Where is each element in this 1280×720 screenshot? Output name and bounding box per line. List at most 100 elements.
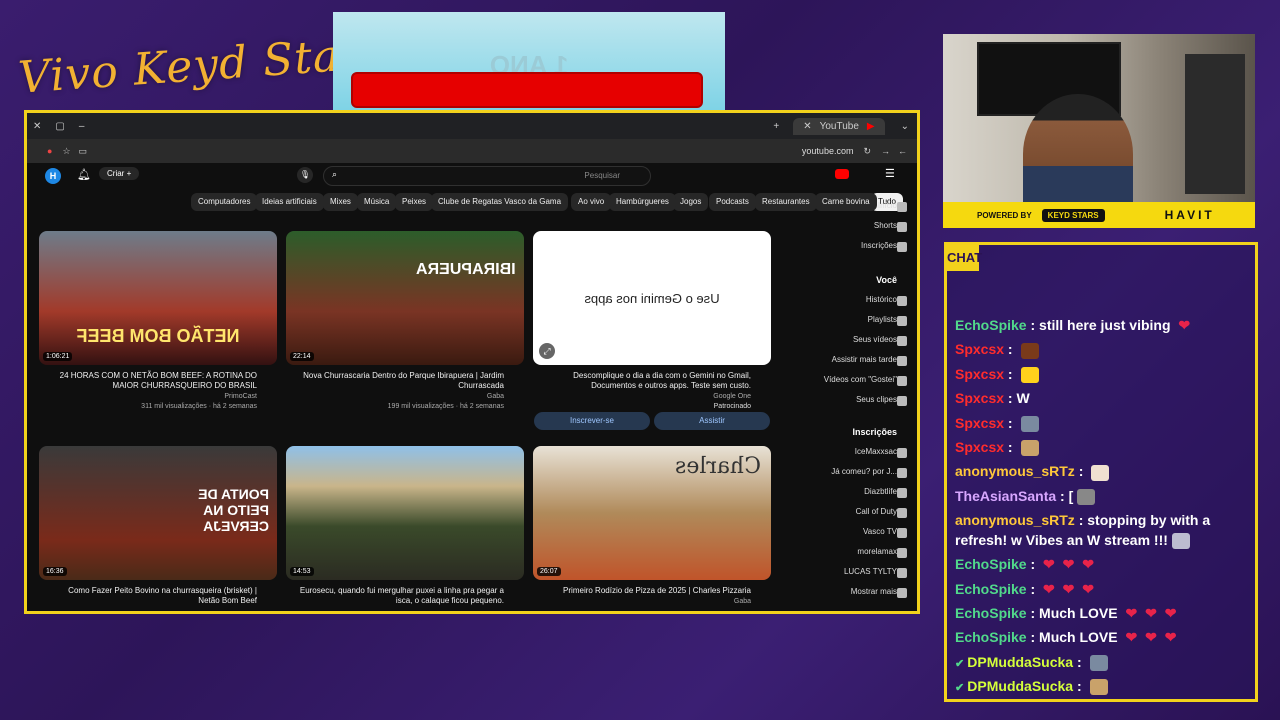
sidebar-item-channel-7[interactable]: Mostrar mais xyxy=(797,587,897,596)
sidebar-item-channel-1[interactable]: Já comeu? por J... xyxy=(797,467,897,476)
mic-icon[interactable]: 🎙︎ xyxy=(297,167,313,183)
chip-7[interactable]: Clube de Regatas Vasco da Gama xyxy=(431,193,569,211)
chip-8[interactable]: Peixes xyxy=(395,193,434,211)
search-box[interactable]: ⌕ Pesquisar xyxy=(323,166,651,186)
sidebar-item-channel-2-icon xyxy=(897,488,907,498)
chat-username[interactable]: TheAsianSanta xyxy=(955,488,1056,504)
chat-username[interactable]: EchoSpike xyxy=(955,317,1027,333)
tab-title: YouTube xyxy=(819,120,859,132)
sidebar-item-main-2[interactable]: Inscrições xyxy=(797,241,897,250)
create-label: Criar xyxy=(107,169,125,178)
sidebar-item-channel-5[interactable]: morelamax xyxy=(797,547,897,556)
star-icon[interactable]: ☆ xyxy=(62,146,70,157)
chat-username[interactable]: EchoSpike xyxy=(955,629,1027,645)
ad-thumbnail[interactable]: Use o Gemini nos apps ⤢ xyxy=(533,231,771,365)
sidebar-item-voce-1[interactable]: Playlists xyxy=(797,315,897,324)
video-channel[interactable]: Google One xyxy=(541,393,751,400)
video-channel[interactable]: PrimoCast xyxy=(47,393,257,400)
video-title[interactable]: Eurosecu, quando fui mergulhar puxei a l… xyxy=(294,586,504,606)
chip-11[interactable]: Ideias artificiais xyxy=(255,193,324,211)
forward-icon[interactable]: → xyxy=(881,146,890,156)
chip-3[interactable]: Podcasts xyxy=(709,193,756,211)
search-icon[interactable]: ⌕ xyxy=(332,169,337,180)
video-title[interactable]: 24 HORAS COM O NETÃO BOM BEEF: A ROTINA … xyxy=(47,371,257,391)
chat-username[interactable]: DPMuddaSucka xyxy=(967,678,1073,694)
sidebar-item-channel-4[interactable]: Vasco TV xyxy=(797,527,897,536)
sidebar-item-channel-0[interactable]: IceMaxxsac xyxy=(797,447,897,456)
sidebar-item-voce-5[interactable]: Seus clipes xyxy=(797,395,897,404)
chat-separator: : xyxy=(1026,629,1040,646)
video-thumbnail[interactable]: 14:53 xyxy=(286,446,524,580)
video-channel[interactable]: Gaba xyxy=(294,393,504,400)
chat-message: anonymous_sRTz : xyxy=(955,461,1251,481)
chip-10[interactable]: Mixes xyxy=(323,193,358,211)
sidebar-item-voce-2[interactable]: Seus vídeos xyxy=(797,335,897,344)
chip-5[interactable]: Hambúrgueres xyxy=(609,193,676,211)
sidebar-item-channel-7-icon xyxy=(897,588,907,598)
address-field[interactable]: youtube.com xyxy=(802,146,854,156)
chip-6[interactable]: Ao vivo xyxy=(571,193,612,211)
chat-username[interactable]: EchoSpike xyxy=(955,581,1027,597)
reload-icon[interactable]: ↻ xyxy=(863,146,871,157)
chip-9[interactable]: Música xyxy=(357,193,397,211)
chat-username[interactable]: Spxcsx xyxy=(955,439,1004,455)
sidebar-header-inscricoes[interactable]: Inscrições xyxy=(797,427,897,437)
chat-username[interactable]: anonymous_sRTz xyxy=(955,463,1075,479)
video-thumbnail[interactable]: IBIRAPUERA 22:14 xyxy=(286,231,524,365)
bell-icon[interactable]: 🔔︎ xyxy=(77,168,91,181)
chat-message: Spxcsx : xyxy=(955,339,1251,359)
sidebar-item-channel-2[interactable]: Diazbtlife xyxy=(797,487,897,496)
video-title[interactable]: Como Fazer Peito Bovino na churrasqueira… xyxy=(47,586,257,606)
video-title[interactable]: Primeiro Rodízio de Pizza de 2025 | Char… xyxy=(541,586,751,596)
sidebar-header-voce[interactable]: Você xyxy=(797,275,897,285)
sidebar-item-main-1[interactable]: Shorts xyxy=(797,221,897,230)
browser-tab[interactable]: ✕ YouTube ▶ xyxy=(793,117,885,135)
chat-username[interactable]: Spxcsx xyxy=(955,415,1004,431)
sidebar-item-voce-0[interactable]: Histórico xyxy=(797,295,897,304)
close-icon[interactable]: ✕ xyxy=(33,121,41,132)
heart-emote-icon: ❤ xyxy=(1043,580,1059,597)
sidebar-item-voce-4[interactable]: Vídeos com "Gostei" xyxy=(797,375,897,384)
chip-12[interactable]: Computadores xyxy=(191,193,258,211)
ad-watch-button[interactable]: Assistir xyxy=(654,412,770,430)
video-title[interactable]: Descomplique o dia a dia com o Gemini no… xyxy=(541,371,751,391)
expand-icon[interactable]: ⤢ xyxy=(539,343,555,359)
video-channel[interactable]: Gaba xyxy=(541,598,751,605)
create-button[interactable]: Criar + xyxy=(99,167,140,180)
account-avatar[interactable]: H xyxy=(45,168,61,184)
back-icon[interactable]: ← xyxy=(898,146,907,156)
sidebar-item-channel-3[interactable]: Call of Duty xyxy=(797,507,897,516)
sidebar-item-channel-6[interactable]: LUCAS TYLTY xyxy=(797,567,897,576)
minimize-icon[interactable]: – xyxy=(79,121,85,132)
maximize-icon[interactable]: ▢ xyxy=(55,121,64,132)
chat-username[interactable]: EchoSpike xyxy=(955,605,1027,621)
tab-close-icon[interactable]: ✕ xyxy=(803,121,811,132)
chat-username[interactable]: EchoSpike xyxy=(955,556,1027,572)
new-tab-icon[interactable]: + xyxy=(773,121,779,132)
youtube-logo[interactable] xyxy=(835,169,849,179)
sidebar-item-main-0[interactable]: Início xyxy=(797,201,897,210)
chat-emote-icon xyxy=(1020,367,1039,384)
search-input[interactable]: Pesquisar xyxy=(584,171,620,180)
sidebar-item-voce-3[interactable]: Assistir mais tarde xyxy=(797,355,897,364)
top-banner: 1 ANO xyxy=(333,12,725,110)
chat-username[interactable]: Spxcsx xyxy=(955,366,1004,382)
cast-icon[interactable]: ▭ xyxy=(79,146,88,157)
menu-icon[interactable]: ☰ xyxy=(885,167,895,180)
chat-username[interactable]: Spxcsx xyxy=(955,341,1004,357)
video-thumbnail[interactable]: Charles 26:07 xyxy=(533,446,771,580)
video-title[interactable]: Nova Churrascaria Dentro do Parque Ibira… xyxy=(294,371,504,391)
extension-icon[interactable]: ● xyxy=(47,146,52,156)
video-thumbnail[interactable]: NETÃO BOM BEEF 1:06:21 xyxy=(39,231,277,365)
chip-4[interactable]: Jogos xyxy=(673,193,709,211)
chevron-down-icon[interactable]: ⌄ xyxy=(901,121,909,132)
chat-username[interactable]: Spxcsx xyxy=(955,390,1004,406)
ad-subscribe-button[interactable]: Inscrever-se xyxy=(534,412,650,430)
chat-separator: : xyxy=(1073,653,1086,670)
video-thumbnail[interactable]: PONTA DE PEITO NA CERVEJA 16:36 xyxy=(39,446,277,580)
chat-separator: : xyxy=(1026,556,1040,573)
heart-emote-icon: ❤ xyxy=(1174,317,1191,333)
chat-username[interactable]: anonymous_sRTz xyxy=(955,512,1075,528)
chat-separator: : xyxy=(1026,580,1040,597)
chat-username[interactable]: DPMuddaSucka xyxy=(967,654,1073,670)
